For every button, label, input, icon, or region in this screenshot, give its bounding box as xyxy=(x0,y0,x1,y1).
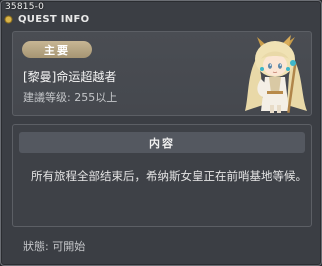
npc-portrait xyxy=(239,35,311,115)
quest-info-window: 35815-0 QUEST INFO 主要 [黎曼]命运超越者 建議等级: 25… xyxy=(0,0,322,266)
window-title: QUEST INFO xyxy=(18,13,90,25)
quest-name: [黎曼]命运超越者 xyxy=(23,70,117,84)
content-section-header: 内容 xyxy=(19,132,305,153)
quest-description: 所有旅程全部结束后，希纳斯女皇正在前哨基地等候。 xyxy=(31,169,307,183)
quest-status: 狀態: 可開始 xyxy=(23,240,86,253)
info-dot-icon xyxy=(4,15,13,24)
quest-content-panel: 内容 所有旅程全部结束后，希纳斯女皇正在前哨基地等候。 xyxy=(12,124,312,227)
quest-summary-panel: 主要 [黎曼]命运超越者 建議等级: 255以上 xyxy=(12,31,312,116)
title-bar[interactable]: QUEST INFO xyxy=(4,11,89,27)
quest-level-requirement: 建議等级: 255以上 xyxy=(23,91,118,104)
quest-category-badge: 主要 xyxy=(22,41,92,58)
